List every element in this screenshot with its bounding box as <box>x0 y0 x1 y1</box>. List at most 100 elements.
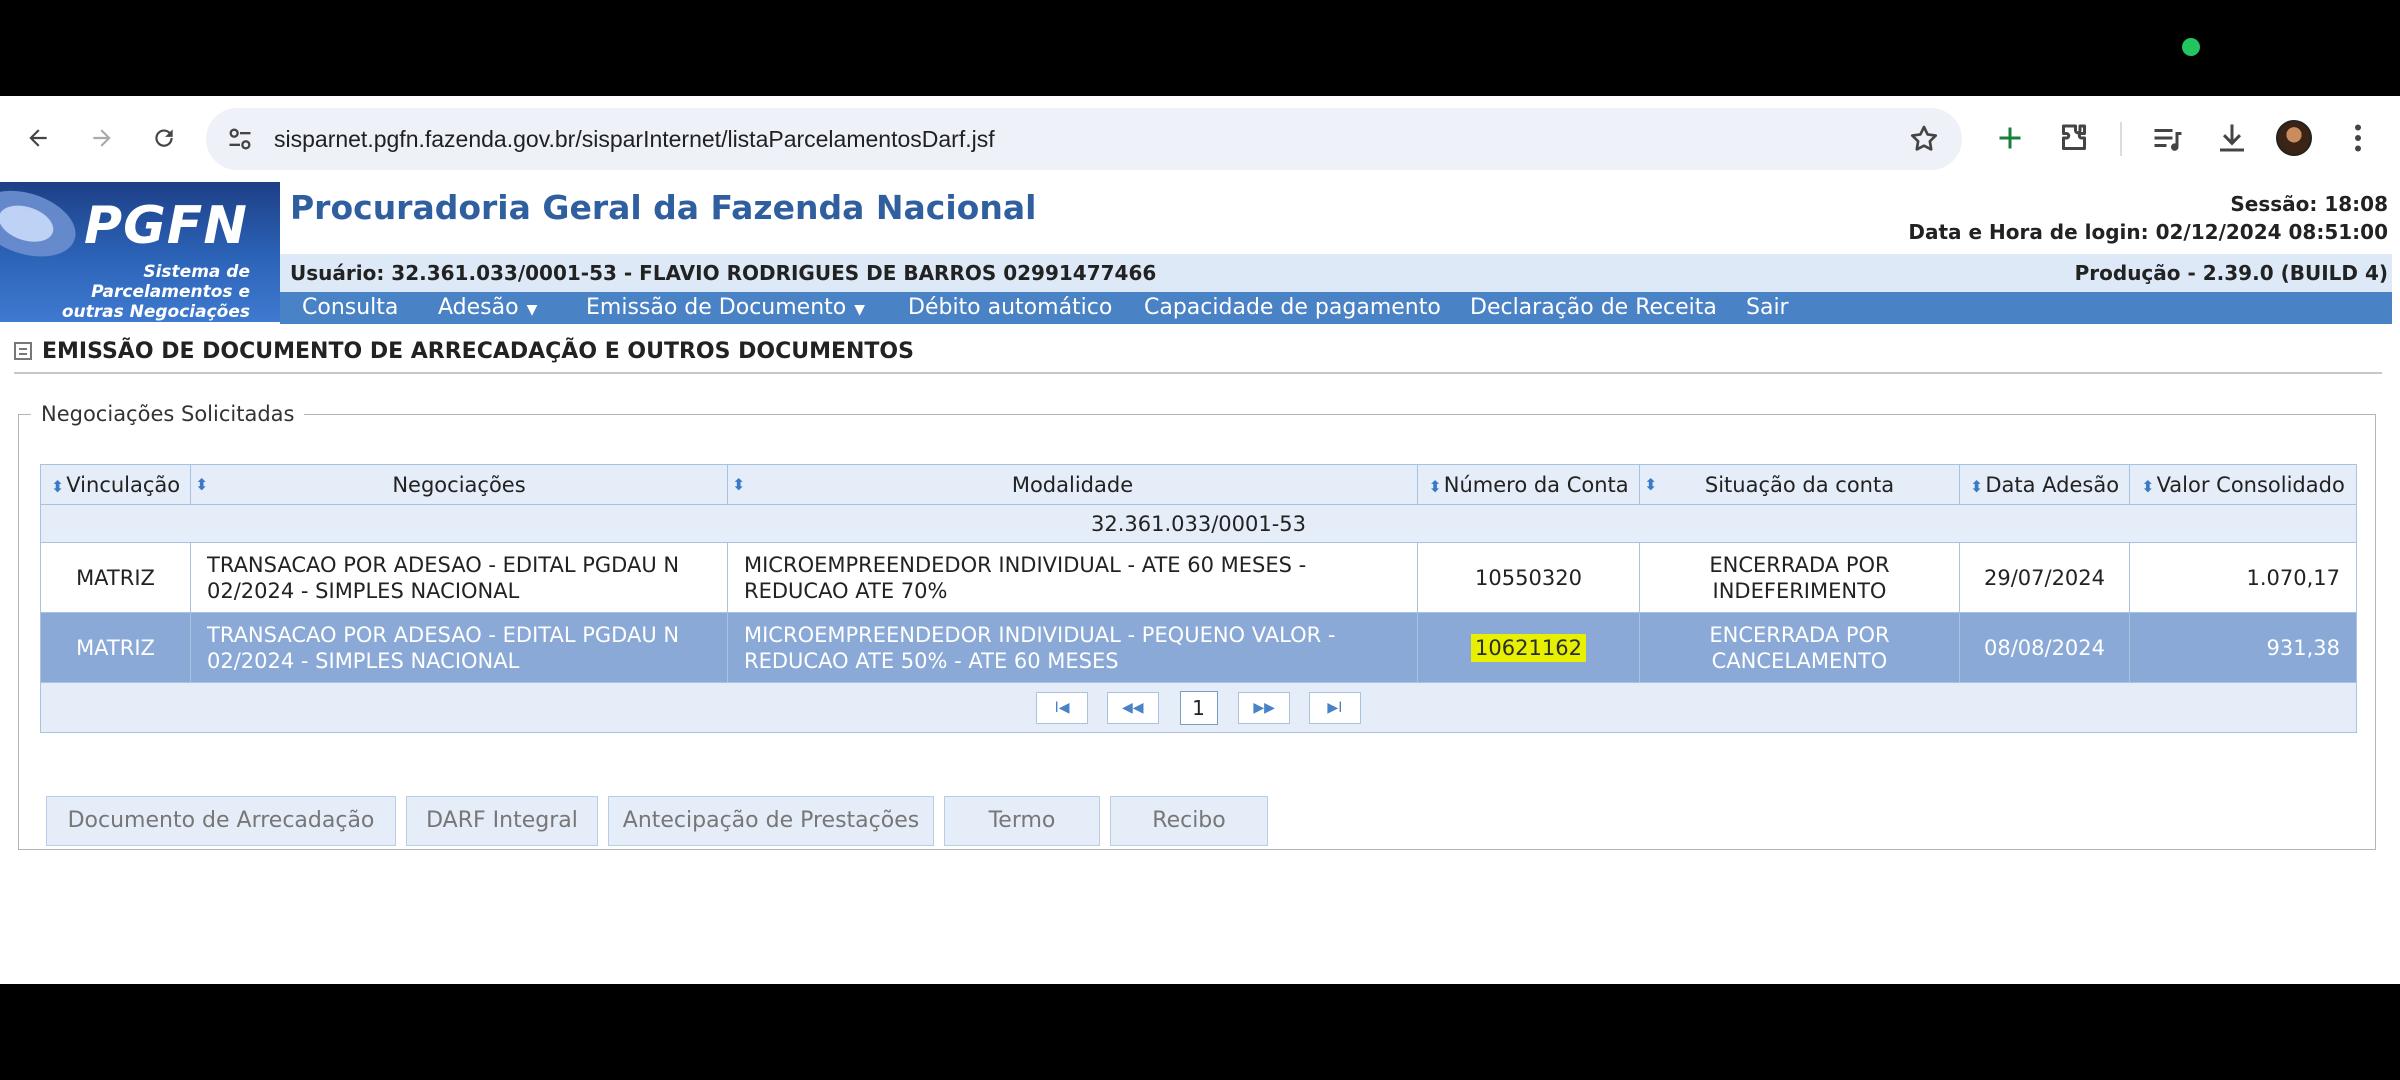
last-page-button[interactable]: ▶I <box>1308 691 1361 724</box>
menu-debito-label: Débito automático <box>908 295 1113 320</box>
sort-icon[interactable]: ⬍ <box>2141 477 2154 496</box>
download-icon[interactable] <box>2214 120 2250 156</box>
col-header-data-adesao[interactable]: ⬍Data Adesão <box>1959 464 2130 505</box>
col-header-modalidade[interactable]: ⬍ Modalidade <box>727 464 1418 505</box>
col-header-label: Modalidade <box>1011 472 1134 497</box>
header-top: Procuradoria Geral da Fazenda Nacional S… <box>280 182 2392 254</box>
col-header-label: Número da Conta <box>1443 472 1629 497</box>
sort-icon[interactable]: ⬍ <box>195 475 208 494</box>
more-menu-icon[interactable] <box>2340 120 2376 156</box>
recibo-button[interactable]: Recibo <box>1110 796 1268 846</box>
section-divider <box>14 372 2382 374</box>
user-bar: Usuário: 32.361.033/0001-53 - FLAVIO ROD… <box>280 254 2392 292</box>
extension-plus-icon[interactable] <box>1992 120 2028 156</box>
documento-arrecadacao-button[interactable]: Documento de Arrecadação <box>46 796 396 846</box>
col-header-label: Data Adesão <box>1985 472 2120 497</box>
menu-consulta-label: Consulta <box>302 295 399 320</box>
user-info: Usuário: 32.361.033/0001-53 - FLAVIO ROD… <box>290 261 1157 285</box>
cell-situacao: ENCERRADA POR INDEFERIMENTO <box>1639 542 1960 613</box>
menu-emissao-documento[interactable]: Emissão de Documento ▼ <box>586 292 865 324</box>
cell-vinculacao: MATRIZ <box>40 612 191 683</box>
cell-vinculacao: MATRIZ <box>40 542 191 613</box>
document-icon <box>14 342 32 360</box>
table-row-selected[interactable]: MATRIZ TRANSACAO POR ADESAO - EDITAL PGD… <box>40 612 2357 683</box>
fieldset-legend: Negociações Solicitadas <box>41 402 295 426</box>
session-time: Sessão: 18:08 <box>2230 192 2388 216</box>
chevron-down-icon: ▼ <box>526 302 538 318</box>
cell-modalidade: MICROEMPREENDEDOR INDIVIDUAL - ATE 60 ME… <box>727 542 1418 613</box>
cell-negociacoes: TRANSACAO POR ADESAO - EDITAL PGDAU N 02… <box>190 612 728 683</box>
sort-icon[interactable]: ⬍ <box>51 477 64 496</box>
cell-numero-conta: 10550320 <box>1417 542 1640 613</box>
login-time: Data e Hora de login: 02/12/2024 08:51:0… <box>1908 220 2388 244</box>
sort-icon[interactable]: ⬍ <box>732 475 745 494</box>
screen: sisparnet.pgfn.fazenda.gov.br/sisparInte… <box>0 0 2400 1080</box>
col-header-valor[interactable]: ⬍Valor Consolidado <box>2129 464 2357 505</box>
next-page-button[interactable]: ▶▶ <box>1238 691 1291 724</box>
extensions-puzzle-icon[interactable] <box>2056 120 2092 156</box>
screen-bottom-bar <box>0 984 2400 1080</box>
back-icon[interactable] <box>18 118 58 158</box>
main-menu: Consulta Adesão ▼ Emissão de Documento ▼ D… <box>280 292 2392 324</box>
col-header-negociacoes[interactable]: ⬍ Negociações <box>190 464 728 505</box>
termo-button[interactable]: Termo <box>944 796 1100 846</box>
cell-valor: 931,38 <box>2129 612 2357 683</box>
menu-sair-label: Sair <box>1746 295 1789 320</box>
table-row[interactable]: MATRIZ TRANSACAO POR ADESAO - EDITAL PGD… <box>40 542 2357 613</box>
pager: I◀ ◀◀ 1 ▶▶ ▶I <box>40 682 2357 733</box>
menu-declaracao-label: Declaração de Receita <box>1470 295 1717 320</box>
sort-icon[interactable]: ⬍ <box>1970 477 1983 496</box>
cell-data-adesao: 08/08/2024 <box>1959 612 2130 683</box>
site-settings-icon[interactable] <box>226 125 254 153</box>
media-queue-icon[interactable] <box>2150 120 2186 156</box>
recording-indicator-icon <box>2182 38 2200 56</box>
sort-icon[interactable]: ⬍ <box>1428 477 1441 496</box>
table-caption: 32.361.033/0001-53 <box>40 504 2357 543</box>
col-header-label: Negociações <box>392 472 526 497</box>
cell-data-adesao: 29/07/2024 <box>1959 542 2130 613</box>
reload-icon[interactable] <box>144 118 184 158</box>
col-header-label: Situação da conta <box>1704 472 1895 497</box>
menu-capacidade-label: Capacidade de pagamento <box>1144 295 1441 320</box>
menu-debito-automatico[interactable]: Débito automático <box>908 292 1112 324</box>
menu-emissao-label: Emissão de Documento <box>586 295 847 320</box>
antecipacao-prestacoes-button[interactable]: Antecipação de Prestações <box>608 796 934 846</box>
sort-icon[interactable]: ⬍ <box>1644 475 1657 494</box>
profile-avatar[interactable] <box>2276 120 2312 156</box>
forward-icon[interactable] <box>82 118 122 158</box>
cell-modalidade: MICROEMPREENDEDOR INDIVIDUAL - PEQUENO V… <box>727 612 1418 683</box>
bookmark-star-icon[interactable] <box>1908 123 1940 155</box>
cell-situacao: ENCERRADA POR CANCELAMENTO <box>1639 612 1960 683</box>
environment-version: Produção - 2.39.0 (BUILD 4) <box>2074 261 2388 285</box>
browser-toolbar: sisparnet.pgfn.fazenda.gov.br/sisparInte… <box>0 96 2400 184</box>
address-bar[interactable]: sisparnet.pgfn.fazenda.gov.br/sisparInte… <box>206 108 1962 170</box>
menu-adesao[interactable]: Adesão ▼ <box>438 292 537 324</box>
logo-subtitle: Sistema de Parcelamentos e outras Negoci… <box>61 262 250 322</box>
chevron-down-icon: ▼ <box>854 302 866 318</box>
current-page[interactable]: 1 <box>1179 690 1218 725</box>
col-header-vinculacao[interactable]: ⬍Vinculação <box>40 464 191 505</box>
browser-window: sisparnet.pgfn.fazenda.gov.br/sisparInte… <box>0 96 2400 984</box>
cell-valor: 1.070,17 <box>2129 542 2357 613</box>
cell-numero-conta: 10621162 <box>1417 612 1640 683</box>
logo-text: PGFN <box>84 196 248 256</box>
toolbar-divider <box>2120 122 2122 156</box>
menu-sair[interactable]: Sair <box>1746 292 1789 324</box>
first-page-button[interactable]: I◀ <box>1036 691 1089 724</box>
darf-integral-button[interactable]: DARF Integral <box>406 796 598 846</box>
col-header-label: Vinculação <box>66 472 181 497</box>
menu-capacidade-pagamento[interactable]: Capacidade de pagamento <box>1144 292 1441 324</box>
prev-page-button[interactable]: ◀◀ <box>1106 691 1159 724</box>
page-title: Procuradoria Geral da Fazenda Nacional <box>290 188 1037 227</box>
negotiations-table: 32.361.033/0001-53 ⬍Vinculação ⬍ Negociaç… <box>40 464 2357 733</box>
pgfn-logo: PGFN Sistema de Parcelamentos e outras N… <box>0 182 280 322</box>
section-title-text: EMISSÃO DE DOCUMENTO DE ARRECADAÇÃO E OU… <box>42 339 914 364</box>
col-header-situacao[interactable]: ⬍ Situação da conta <box>1639 464 1960 505</box>
menu-consulta[interactable]: Consulta <box>302 292 398 324</box>
url-text[interactable]: sisparnet.pgfn.fazenda.gov.br/sisparInte… <box>274 108 995 170</box>
page-content: PGFN Sistema de Parcelamentos e outras N… <box>0 182 2392 984</box>
menu-declaracao-receita[interactable]: Declaração de Receita <box>1470 292 1717 324</box>
session-info: Sessão: 18:08 Data e Hora de login: 02/1… <box>1908 190 2388 246</box>
col-header-numero-conta[interactable]: ⬍Número da Conta <box>1417 464 1640 505</box>
section-title: EMISSÃO DE DOCUMENTO DE ARRECADAÇÃO E OU… <box>14 337 914 367</box>
